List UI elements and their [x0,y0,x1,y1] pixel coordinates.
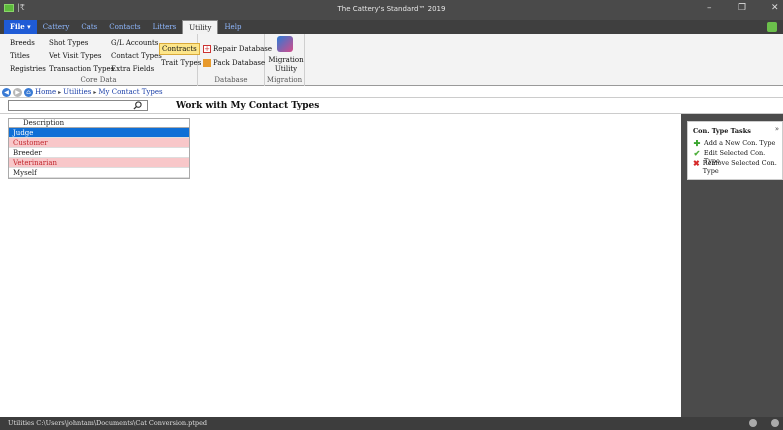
transaction-types-button[interactable]: Transaction Types [49,65,114,73]
title-bar: |₹ The Cattery's Standard™ 2019 – ❐ ✕ [0,0,783,20]
breadcrumb-my-contact-types[interactable]: My Contact Types [98,88,162,96]
migration-utility-button[interactable]: Migration Utility [268,56,304,74]
close-button[interactable]: ✕ [771,3,779,13]
contact-types-button[interactable]: Contact Types [111,52,162,60]
tab-file[interactable]: File ▾ [4,20,37,34]
remove-con-type-link[interactable]: ✖ Remove Selected Con. Type [693,159,779,175]
status-zoom-icon[interactable] [771,419,779,427]
toolbar-row: Work with My Contact Types [0,99,783,114]
repair-database-button[interactable]: + Repair Database [203,45,272,53]
add-con-type-link[interactable]: ✚ Add a New Con. Type [693,138,776,148]
table-row[interactable]: Customer [9,138,189,148]
ribbon-group-migration: Migration Utility Migration [265,34,305,86]
breadcrumb-separator: ▸ [58,88,62,96]
status-bar: Utilities C:\Users\johntam\Documents\Cat… [0,417,783,430]
help-icon[interactable] [767,22,777,32]
search-input[interactable] [8,100,148,111]
tab-contacts[interactable]: Contacts [103,20,146,34]
ribbon-tabs: File ▾ Cattery Cats Contacts Litters Uti… [0,20,783,34]
breadcrumb-separator: ▸ [93,88,97,96]
status-settings-icon[interactable] [749,419,757,427]
check-icon: ✔ [693,148,701,158]
home-icon[interactable]: ⌂ [24,87,33,97]
gl-accounts-button[interactable]: G/L Accounts [111,39,158,47]
column-header-description[interactable]: Description [9,119,189,128]
shot-types-button[interactable]: Shot Types [49,39,88,47]
registries-button[interactable]: Registries [10,65,46,73]
breeds-button[interactable]: Breeds [10,39,35,47]
titles-button[interactable]: Titles [10,52,30,60]
breadcrumb-home[interactable]: Home [35,88,56,96]
forward-button[interactable]: ▶ [13,87,22,97]
repair-icon: + [203,45,211,53]
table-row[interactable]: Judge [9,128,189,138]
window-title: The Cattery's Standard™ 2019 [337,5,446,13]
pack-icon [203,59,211,67]
breadcrumb-utilities[interactable]: Utilities [63,88,91,96]
minimize-button[interactable]: – [707,3,712,13]
con-type-tasks-box: Con. Type Tasks » ✚ Add a New Con. Type … [687,121,783,180]
ribbon-group-database: + Repair Database Pack Database Database [198,34,272,86]
add-icon: ✚ [693,138,701,148]
tab-litters[interactable]: Litters [147,20,183,34]
ribbon-group-core-data: Breeds Titles Registries Shot Types Vet … [0,34,201,86]
page-title: Work with My Contact Types [176,101,320,111]
group-label-database: Database [214,76,248,84]
tasks-title: Con. Type Tasks [693,127,751,135]
pack-database-button[interactable]: Pack Database [203,59,265,67]
maximize-button[interactable]: ❐ [738,3,746,13]
contracts-button[interactable]: Contracts [159,43,200,55]
tab-cats[interactable]: Cats [75,20,103,34]
remove-icon: ✖ [693,158,700,168]
pack-database-label: Pack Database [213,59,266,67]
table-row[interactable]: Veterinarian [9,158,189,168]
search-icon[interactable] [133,101,142,110]
trait-types-button[interactable]: Trait Types [161,59,201,67]
tab-utility[interactable]: Utility [182,20,219,34]
vet-visit-types-button[interactable]: Vet Visit Types [49,52,101,60]
table-row[interactable]: Myself [9,168,189,178]
extra-fields-button[interactable]: Extra Fields [111,65,154,73]
repair-database-label: Repair Database [213,45,273,53]
add-con-type-label: Add a New Con. Type [704,139,776,147]
group-label-core-data: Core Data [80,76,117,84]
tab-cattery[interactable]: Cattery [37,20,76,34]
collapse-icon[interactable]: » [775,125,779,133]
contact-types-grid: Description Judge Customer Breeder Veter… [8,118,190,179]
table-row[interactable]: Breeder [9,148,189,158]
migration-icon [277,36,293,52]
status-icons [749,419,779,427]
remove-con-type-label: Remove Selected Con. Type [702,159,777,175]
back-button[interactable]: ◀ [2,87,11,97]
breadcrumb: ◀ ▶ ⌂ Home ▸ Utilities ▸ My Contact Type… [0,87,783,98]
status-text: Utilities C:\Users\johntam\Documents\Cat… [8,419,208,427]
tab-help[interactable]: Help [218,20,247,34]
ribbon: Breeds Titles Registries Shot Types Vet … [0,34,783,86]
group-label-migration: Migration [266,76,303,84]
